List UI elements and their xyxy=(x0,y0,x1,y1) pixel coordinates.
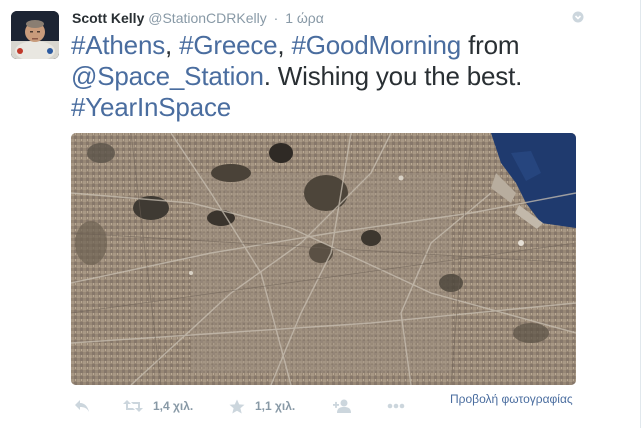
tweet-text-segment: from xyxy=(461,30,520,60)
hashtag-link[interactable]: #GoodMorning xyxy=(291,30,461,60)
header-separator: · xyxy=(273,10,279,26)
athens-satellite-image xyxy=(71,133,576,385)
author-name[interactable]: Scott Kelly xyxy=(72,10,144,26)
tweet-header: Scott Kelly @StationCDRKelly · 1 ώρα xyxy=(72,9,324,27)
tweet-timestamp[interactable]: 1 ώρα xyxy=(285,10,324,26)
view-photo-link[interactable]: Προβολή φωτογραφίας xyxy=(450,392,573,406)
hashtag-link[interactable]: #Greece xyxy=(179,30,278,60)
tweet-text-line-1: #Athens, #Greece, #GoodMorning from xyxy=(71,30,581,61)
star-icon xyxy=(229,399,245,413)
retweet-count: 1,4 χιλ. xyxy=(153,399,194,413)
reply-icon xyxy=(75,400,89,412)
tweet-text: #Athens, #Greece, #GoodMorning from @Spa… xyxy=(71,30,581,123)
tweet-text-segment: , xyxy=(277,30,292,60)
follow-button[interactable] xyxy=(333,396,353,416)
retweet-icon xyxy=(123,400,143,412)
author-handle[interactable]: @StationCDRKelly xyxy=(148,10,266,26)
hashtag-link[interactable]: #YearInSpace xyxy=(71,92,231,122)
tweet-text-line-3: #YearInSpace xyxy=(71,92,581,123)
mention-link[interactable]: @Space_Station xyxy=(71,61,264,91)
more-button[interactable] xyxy=(387,396,405,416)
tweet-text-segment: . Wishing you the best. xyxy=(263,61,523,91)
more-icon xyxy=(387,403,405,409)
tweet-text-line-2: @Space_Station. Wishing you the best. xyxy=(71,61,581,92)
astronaut-avatar-image xyxy=(11,11,59,59)
retweet-button[interactable]: 1,4 χιλ. xyxy=(123,396,193,416)
tweet: Scott Kelly @StationCDRKelly · 1 ώρα #At… xyxy=(0,0,641,428)
favorite-count: 1,1 χιλ. xyxy=(255,399,296,413)
avatar[interactable] xyxy=(11,11,59,59)
tweet-text-segment: , xyxy=(165,30,180,60)
favorite-button[interactable]: 1,1 χιλ. xyxy=(229,396,295,416)
reply-button[interactable] xyxy=(74,396,90,416)
tweet-options-icon[interactable] xyxy=(572,11,584,23)
follow-icon xyxy=(333,399,351,413)
hashtag-link[interactable]: #Athens xyxy=(71,30,165,60)
tweet-photo[interactable] xyxy=(71,133,576,385)
